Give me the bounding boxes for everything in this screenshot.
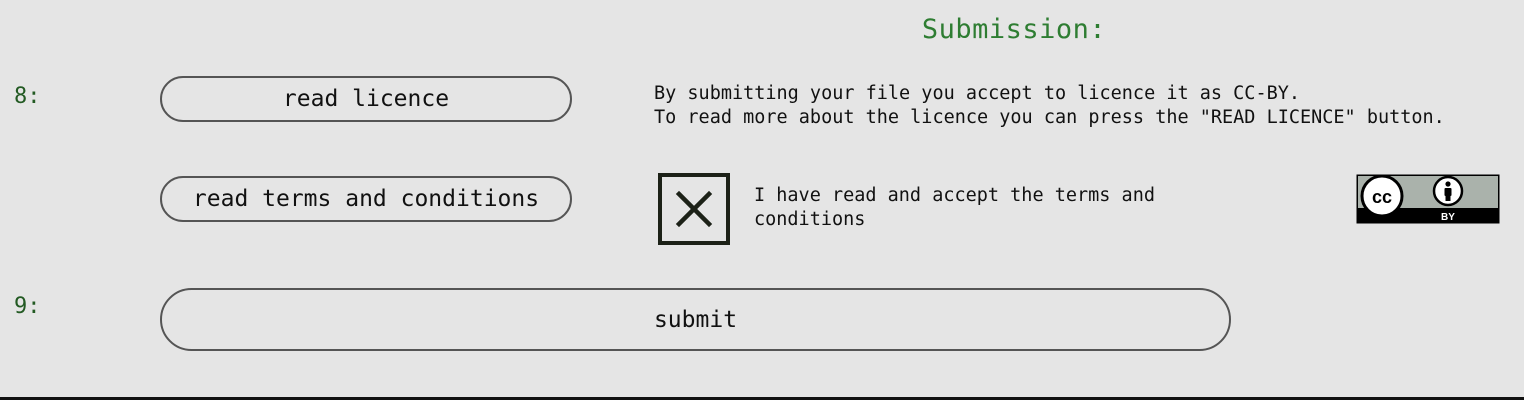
check-x-icon (675, 190, 713, 228)
cc-symbol: cc (1372, 187, 1392, 207)
section-title: Submission: (921, 14, 1107, 45)
read-terms-button[interactable]: read terms and conditions (160, 176, 572, 222)
cc-by-icon: cc BY (1356, 174, 1500, 224)
licence-notice: By submitting your file you accept to li… (654, 82, 1445, 130)
step-number-9: 9: (14, 294, 41, 319)
cc-by-caption: BY (1441, 212, 1455, 223)
licence-notice-line-2: To read more about the licence you can p… (654, 107, 1445, 128)
licence-notice-line-1: By submitting your file you accept to li… (654, 83, 1301, 104)
accept-terms-label: I have read and accept the terms and con… (754, 185, 1155, 230)
step-number-8: 8: (14, 84, 41, 109)
read-licence-button[interactable]: read licence (160, 76, 572, 122)
submit-button[interactable]: submit (160, 288, 1231, 351)
accept-terms-checkbox[interactable] (658, 173, 730, 245)
